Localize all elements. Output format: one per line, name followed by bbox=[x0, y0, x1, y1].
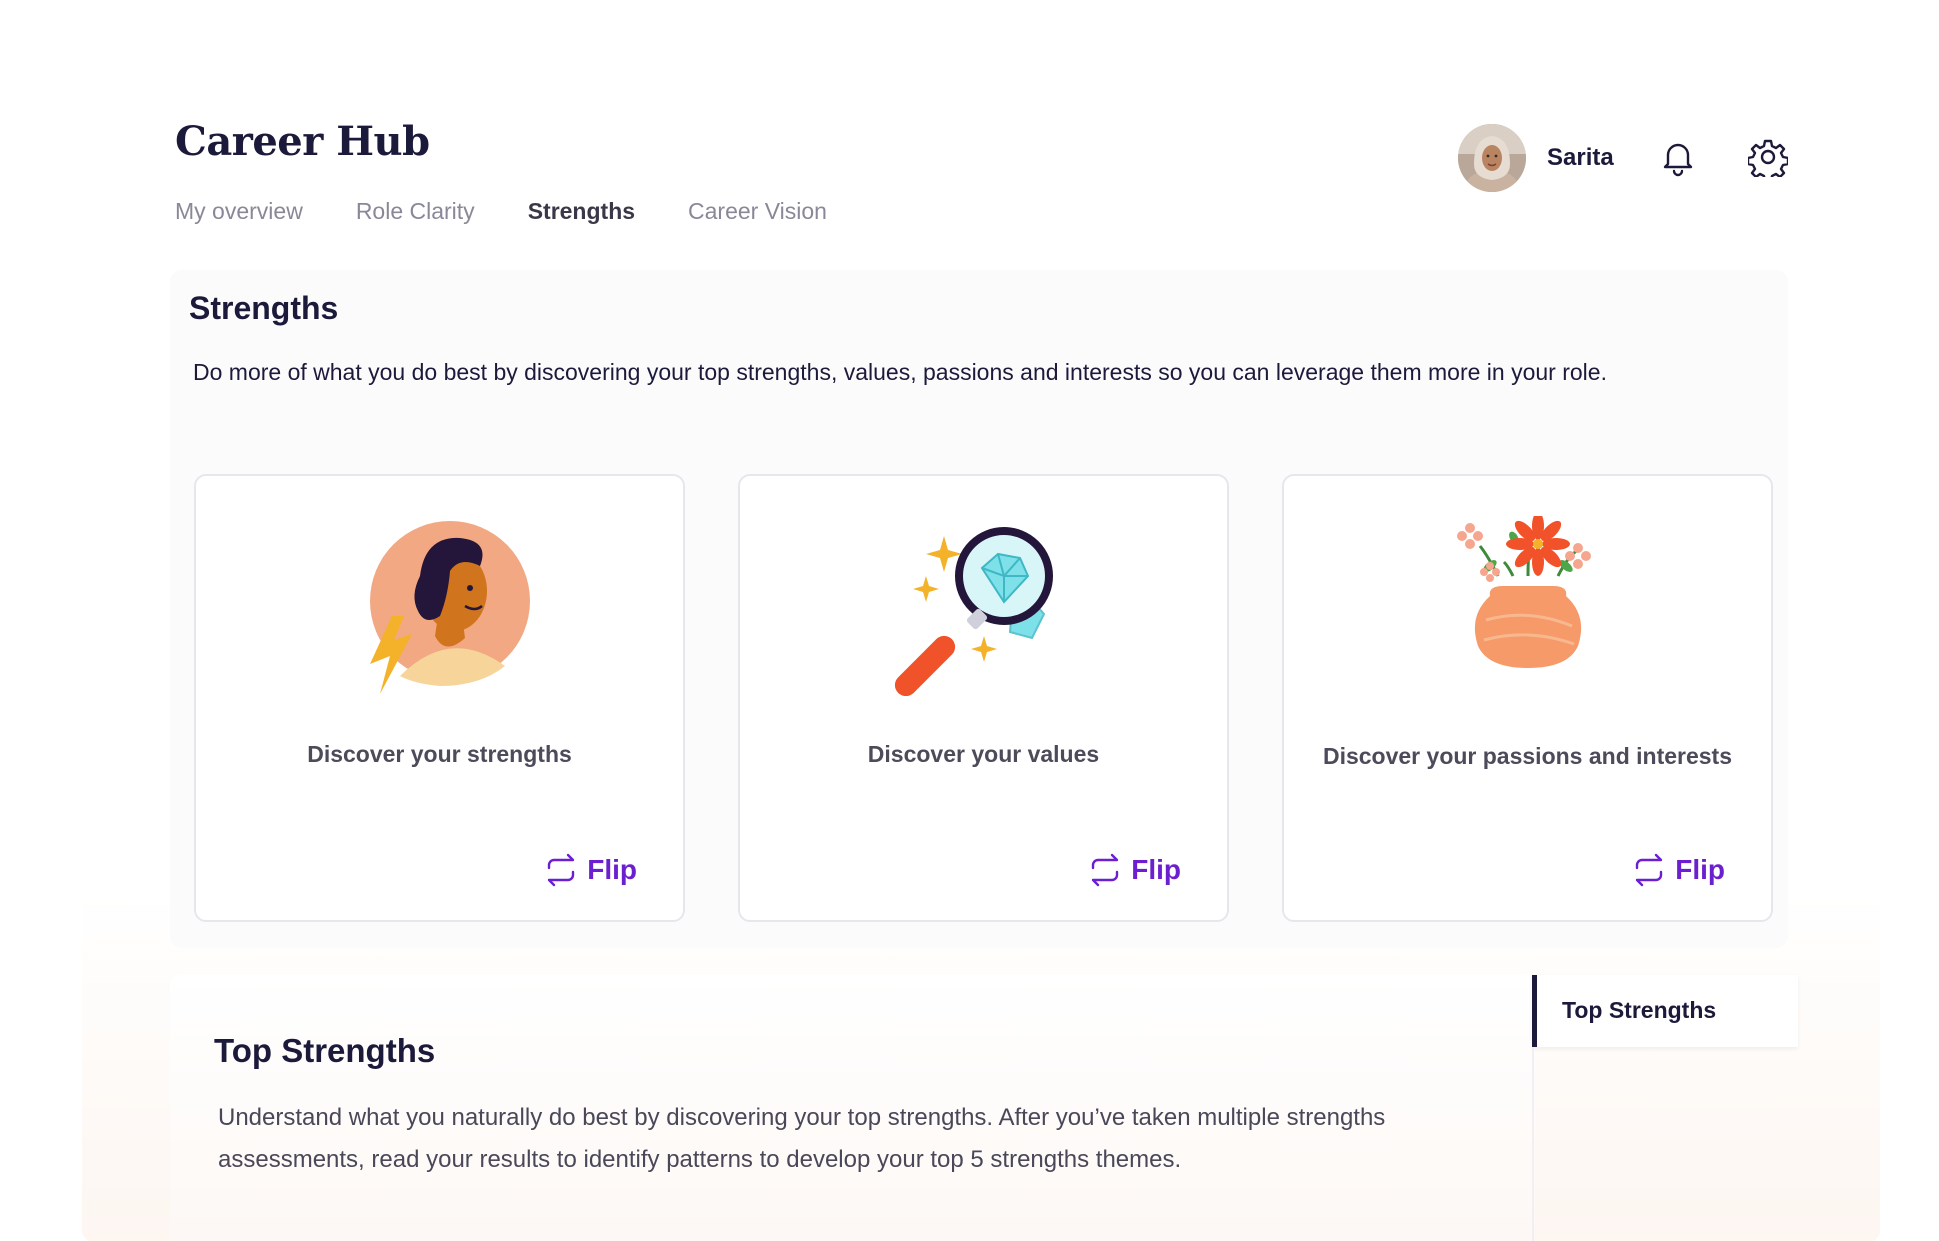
magnifier-diamond-illustration bbox=[740, 516, 1227, 696]
person-lightning-illustration bbox=[196, 516, 683, 696]
tab-bar: My overview Role Clarity Strengths Caree… bbox=[175, 198, 880, 225]
tab-strengths[interactable]: Strengths bbox=[528, 198, 635, 225]
flip-icon bbox=[1631, 852, 1667, 888]
tab-career-vision[interactable]: Career Vision bbox=[688, 198, 827, 225]
card-label: Discover your passions and interests bbox=[1322, 743, 1733, 769]
flower-vase-illustration bbox=[1284, 516, 1771, 696]
side-nav-item-top-strengths[interactable]: Top Strengths bbox=[1562, 997, 1716, 1024]
flip-icon bbox=[1087, 852, 1123, 888]
avatar[interactable] bbox=[1458, 124, 1526, 192]
page-title: Career Hub bbox=[175, 118, 430, 165]
card-label: Discover your values bbox=[867, 741, 1100, 767]
flip-label: Flip bbox=[1675, 854, 1725, 885]
flip-icon bbox=[543, 852, 579, 888]
flip-label: Flip bbox=[1131, 854, 1181, 885]
top-strengths-title: Top Strengths bbox=[214, 1032, 436, 1069]
strengths-card[interactable]: Discover your strengths Flip bbox=[194, 474, 685, 922]
user-menu[interactable]: Sarita bbox=[1458, 124, 1614, 192]
side-nav-rail bbox=[1532, 1047, 1798, 1241]
passions-card[interactable]: Discover your passions and interests Fli… bbox=[1282, 474, 1773, 922]
flip-button[interactable]: Flip bbox=[543, 852, 637, 888]
flip-button[interactable]: Flip bbox=[1631, 852, 1725, 888]
tab-role-clarity[interactable]: Role Clarity bbox=[356, 198, 475, 225]
tab-my-overview[interactable]: My overview bbox=[175, 198, 303, 225]
section-title: Strengths bbox=[189, 290, 339, 326]
flip-button[interactable]: Flip bbox=[1087, 852, 1181, 888]
flip-label: Flip bbox=[587, 854, 637, 885]
side-nav: Top Strengths bbox=[1532, 975, 1798, 1047]
values-card[interactable]: Discover your values Flip bbox=[738, 474, 1229, 922]
bell-icon[interactable] bbox=[1658, 137, 1698, 177]
section-description: Do more of what you do best by discoveri… bbox=[193, 359, 1607, 385]
gear-icon[interactable] bbox=[1746, 137, 1790, 183]
card-label: Discover your strengths bbox=[307, 741, 572, 767]
top-strengths-description: Understand what you naturally do best by… bbox=[218, 1104, 1386, 1173]
user-name: Sarita bbox=[1547, 144, 1614, 171]
